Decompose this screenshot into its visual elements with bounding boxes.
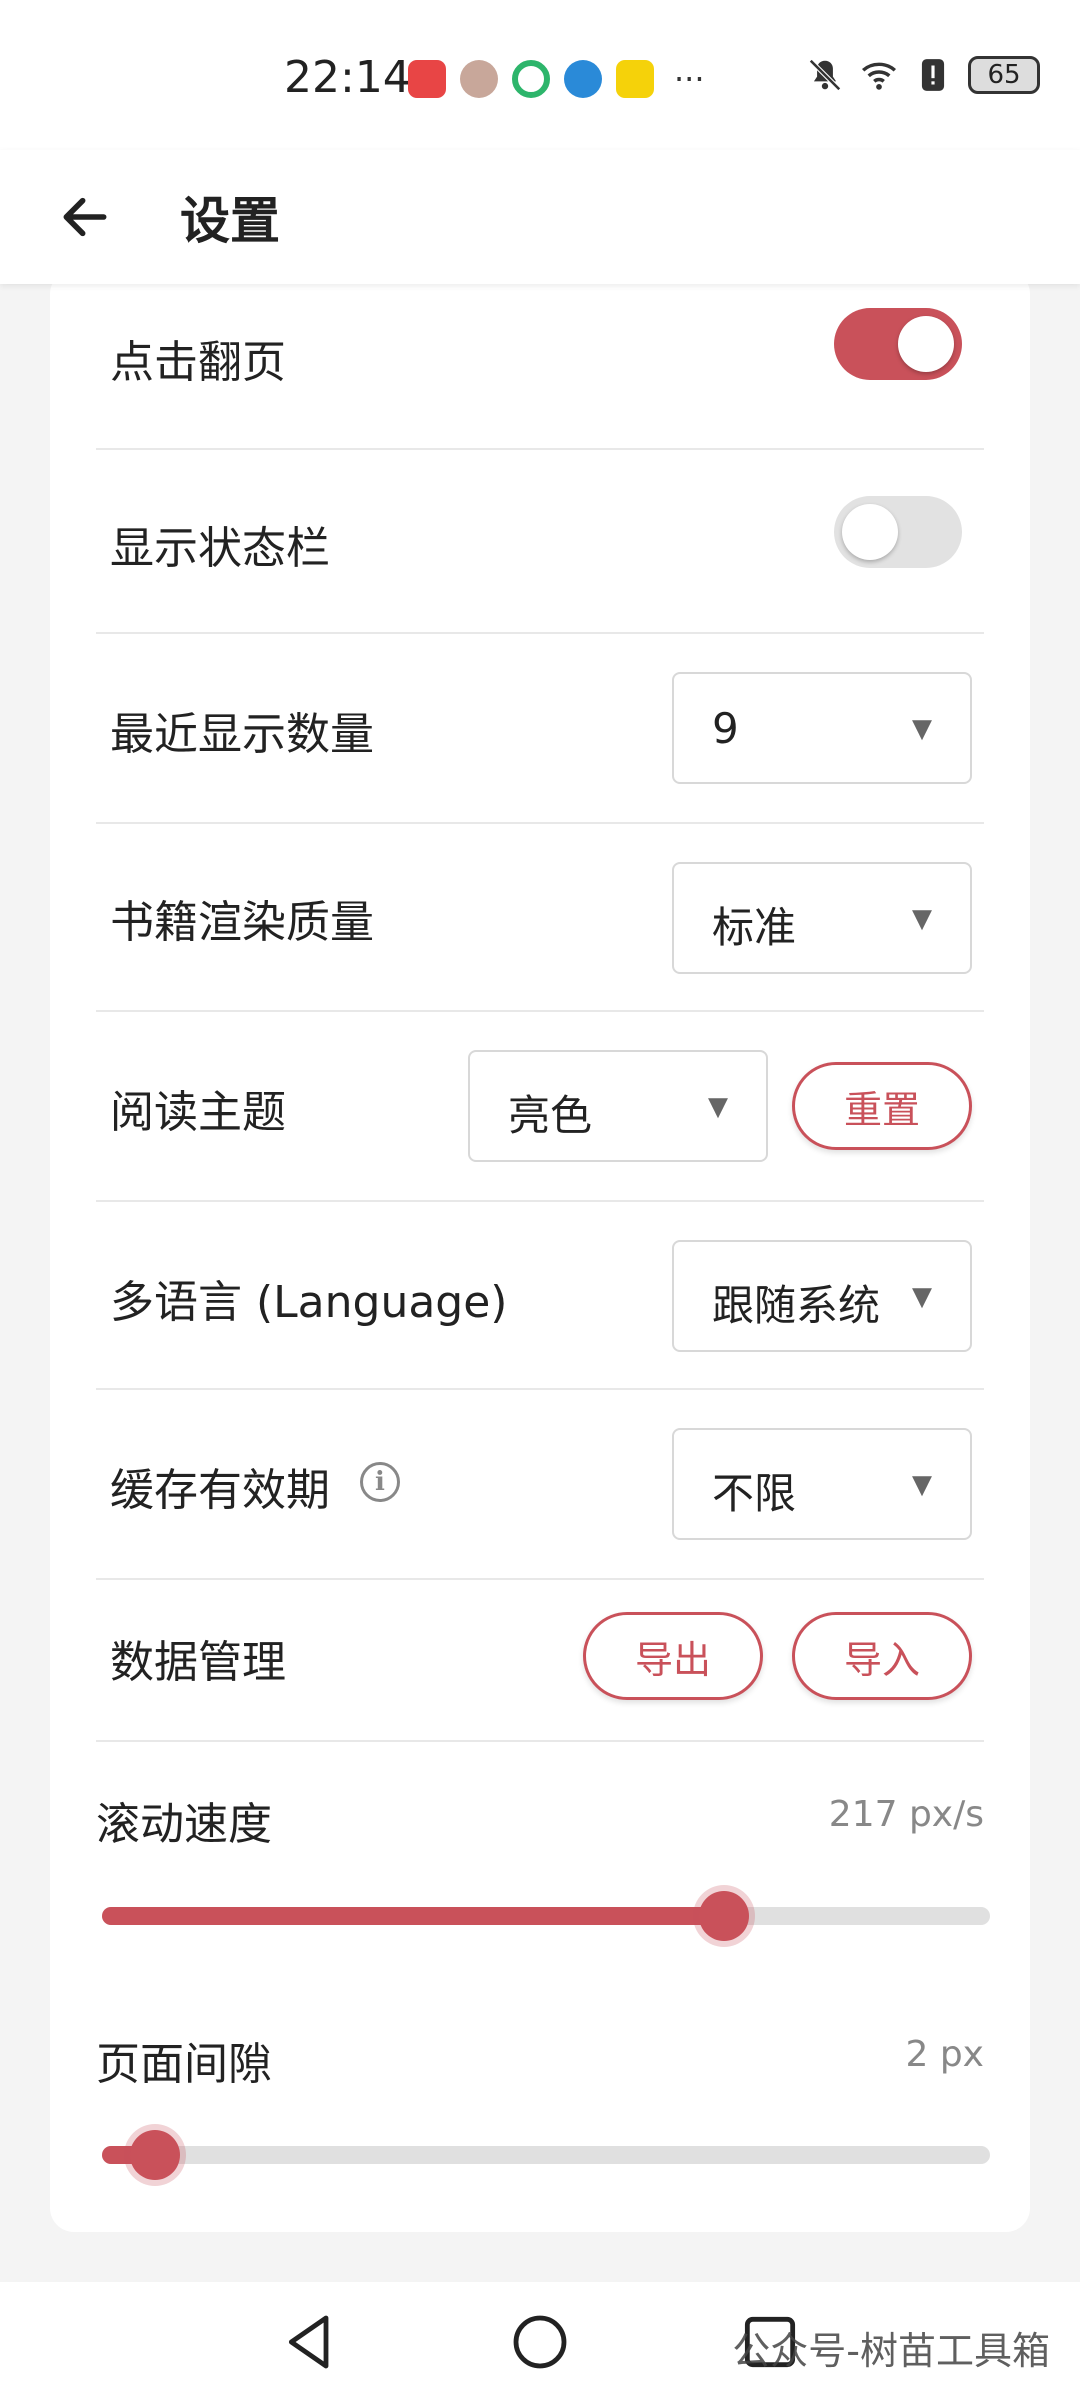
slider-thumb[interactable] — [130, 2130, 181, 2180]
setting-row-status-bar: 显示状态栏 — [96, 450, 984, 634]
setting-row-recent-count: 最近显示数量 9 ▼ — [96, 634, 984, 824]
settings-screen: 22:14 ··· 65 设置 点击翻页 显示状态栏 最近显示数量 9 ▼ 书籍… — [0, 0, 1080, 2400]
select-value: 跟随系统 — [712, 1281, 881, 1330]
green-app-icon — [512, 60, 550, 98]
status-bar-toggle[interactable] — [834, 496, 962, 568]
export-button[interactable]: 导出 — [583, 1612, 763, 1700]
page-gap-slider[interactable] — [102, 2130, 990, 2180]
avatar-app-icon — [460, 60, 498, 98]
app-bar: 设置 — [0, 150, 1080, 284]
reading-theme-select[interactable]: 亮色 ▼ — [468, 1050, 768, 1162]
select-value: 标准 — [712, 903, 797, 952]
setting-row-data-management: 数据管理 导出 导入 — [96, 1580, 984, 1742]
status-time: 22:14 — [284, 52, 411, 103]
yellow-app-icon — [616, 60, 654, 98]
dropdown-arrow-icon: ▼ — [912, 1470, 932, 1500]
slider-thumb[interactable] — [698, 1891, 749, 1941]
reset-theme-button[interactable]: 重置 — [792, 1062, 972, 1150]
info-icon[interactable]: i — [360, 1462, 400, 1502]
scroll-speed-slider[interactable] — [102, 1891, 990, 1941]
mute-bell-icon — [809, 59, 841, 91]
back-button[interactable] — [40, 172, 130, 262]
blue-app-icon — [564, 60, 602, 98]
setting-label: 显示状态栏 — [110, 523, 330, 574]
nav-home-icon[interactable] — [508, 2310, 572, 2374]
page-gap-value: 2 px — [905, 2034, 984, 2075]
scroll-speed-label: 滚动速度 — [96, 1799, 272, 1850]
render-quality-select[interactable]: 标准 ▼ — [672, 862, 972, 974]
setting-label: 阅读主题 — [110, 1087, 286, 1138]
dropdown-arrow-icon: ▼ — [912, 714, 932, 744]
select-value: 亮色 — [508, 1091, 593, 1140]
setting-row-render-quality: 书籍渲染质量 标准 ▼ — [96, 824, 984, 1012]
setting-label: 书籍渲染质量 — [110, 897, 374, 948]
battery-indicator: 65 — [968, 56, 1040, 94]
back-arrow-icon — [63, 197, 107, 237]
setting-row-language: 多语言 (Language) 跟随系统 ▼ — [96, 1202, 984, 1390]
wifi-icon — [861, 62, 897, 90]
toggle-knob — [898, 316, 954, 372]
recent-count-select[interactable]: 9 ▼ — [672, 672, 972, 784]
select-value: 9 — [712, 704, 739, 753]
status-right-icons: 65 — [806, 56, 1040, 94]
import-button[interactable]: 导入 — [792, 1612, 972, 1700]
dropdown-arrow-icon: ▼ — [708, 1092, 728, 1122]
page-gap-label: 页面间隙 — [96, 2039, 272, 2090]
setting-label: 数据管理 — [110, 1637, 286, 1688]
system-nav-bar: 公众号-树苗工具箱 — [0, 2282, 1080, 2400]
settings-card: 点击翻页 显示状态栏 最近显示数量 9 ▼ 书籍渲染质量 标准 ▼ 阅读主题 亮… — [50, 270, 1030, 2232]
huawei-store-icon — [408, 60, 446, 98]
toggle-knob — [842, 504, 898, 560]
cache-ttl-select[interactable]: 不限 ▼ — [672, 1428, 972, 1540]
setting-label: 多语言 (Language) — [110, 1277, 508, 1328]
setting-row-cache-ttl: 缓存有效期 i 不限 ▼ — [96, 1390, 984, 1580]
more-notifications-icon: ··· — [674, 60, 705, 98]
scroll-speed-value: 217 px/s — [828, 1794, 984, 1835]
status-bar: 22:14 ··· 65 — [0, 0, 1080, 150]
setting-label: 点击翻页 — [110, 337, 286, 388]
language-select[interactable]: 跟随系统 ▼ — [672, 1240, 972, 1352]
select-value: 不限 — [712, 1469, 797, 1518]
alert-icon — [921, 59, 945, 91]
page-turn-toggle[interactable] — [834, 308, 962, 380]
setting-row-reading-theme: 阅读主题 亮色 ▼ 重置 — [96, 1012, 984, 1202]
dropdown-arrow-icon: ▼ — [912, 1282, 932, 1312]
setting-row-page-turn: 点击翻页 — [96, 270, 984, 450]
page-title: 设置 — [180, 192, 280, 250]
setting-label: 缓存有效期 — [110, 1465, 330, 1516]
watermark-text: 公众号-树苗工具箱 — [732, 2329, 1050, 2373]
nav-back-icon[interactable] — [278, 2310, 342, 2374]
slider-fill — [102, 1907, 724, 1925]
setting-label: 最近显示数量 — [110, 709, 374, 760]
dropdown-arrow-icon: ▼ — [912, 904, 932, 934]
status-app-icons: ··· — [408, 60, 705, 98]
